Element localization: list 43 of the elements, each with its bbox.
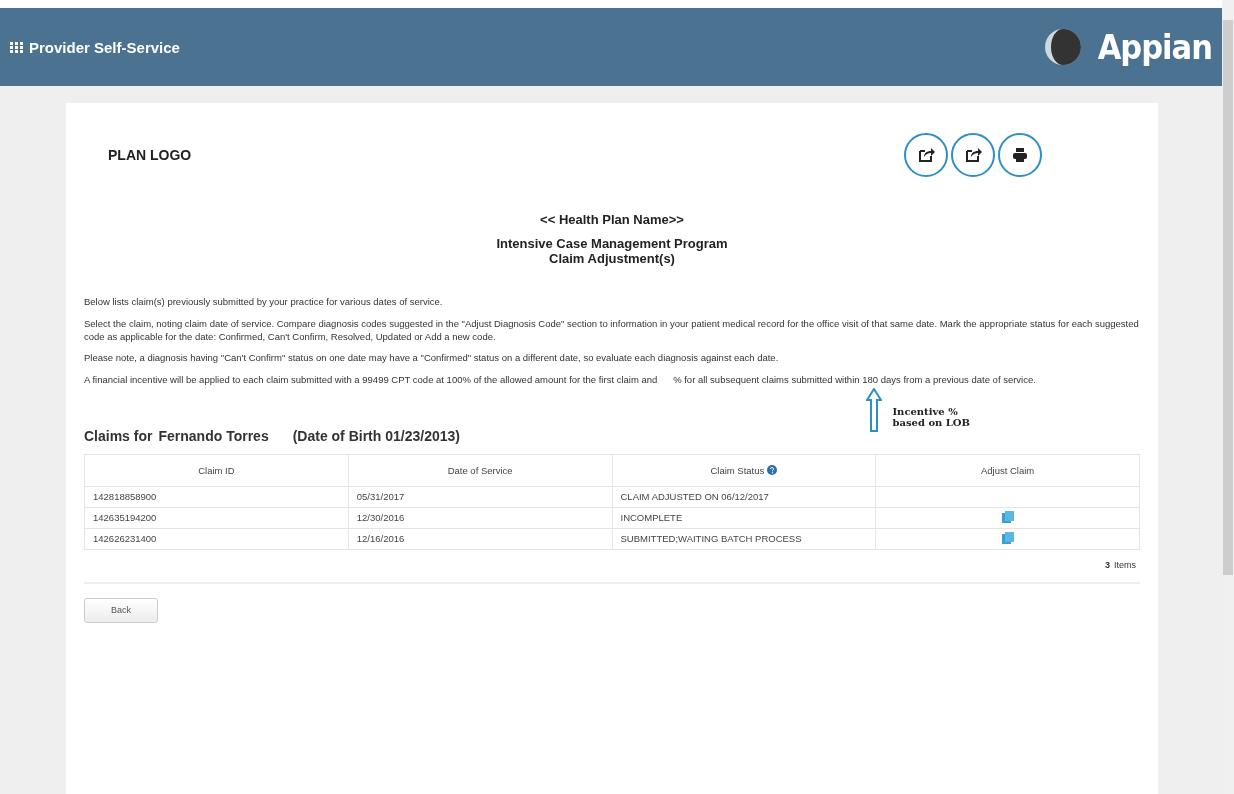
claims-label: Claims for bbox=[84, 427, 153, 444]
annotation-note: Incentive % based on LOB bbox=[892, 404, 970, 430]
printer-icon bbox=[1012, 147, 1028, 163]
table-cell: INCOMPLETE bbox=[612, 507, 876, 529]
print-button[interactable] bbox=[998, 133, 1042, 177]
column-header: Claim Status bbox=[612, 454, 876, 487]
share-icon bbox=[917, 146, 935, 164]
table-cell: 12/16/2016 bbox=[348, 528, 612, 550]
health-plan-name: << Health Plan Name>> bbox=[539, 213, 685, 228]
export-button[interactable] bbox=[904, 133, 948, 177]
share-icon bbox=[964, 146, 982, 164]
column-header: Date of Service bbox=[348, 454, 612, 487]
app-title[interactable]: Provider Self-Service bbox=[10, 38, 180, 56]
back-button[interactable]: Back bbox=[84, 597, 158, 623]
page-title: Claim Adjustment(s) bbox=[548, 251, 675, 266]
table-cell: 05/31/2017 bbox=[348, 486, 612, 508]
program-title: Intensive Case Management Program bbox=[495, 237, 729, 252]
grid-menu-icon[interactable] bbox=[10, 41, 23, 53]
column-header: Claim ID bbox=[84, 454, 349, 487]
instruction-paragraph: Below lists claim(s) previously submitted by your practice for various dates of service. bbox=[84, 295, 444, 309]
plan-logo: PLAN LOGO bbox=[108, 147, 192, 163]
table-cell: 142818858900 bbox=[84, 486, 349, 508]
up-arrow-icon bbox=[866, 387, 883, 432]
document-icon[interactable] bbox=[1001, 531, 1014, 544]
patient-name: Fernando Torres bbox=[158, 427, 269, 444]
table-cell: CLAIM ADJUSTED ON 06/12/2017 bbox=[612, 486, 876, 508]
instruction-paragraph: A financial incentive will be applied to each claim submitted with a 99499 CPT code at 100% of the allowed amount for the first claim and % for all subsequent claims submitted within 180 days from a previous date of service. bbox=[84, 374, 1037, 387]
document-icon[interactable] bbox=[1001, 510, 1014, 523]
table-cell: 142626231400 bbox=[84, 528, 349, 550]
item-count-label: Items bbox=[1114, 559, 1136, 570]
item-count: 3 bbox=[1104, 559, 1110, 570]
table-cell: 12/30/2016 bbox=[348, 507, 612, 529]
table-cell: SUBMITTED;WAITING BATCH PROCESS bbox=[612, 528, 876, 550]
date-of-birth: (Date of Birth 01/23/2013) bbox=[292, 427, 460, 444]
instruction-paragraph: Please note, a diagnosis having "Can't Confirm" status on one date may have a "Confirmed" status on a different date, so evaluate each diagnosis against each date. bbox=[84, 352, 780, 366]
export-button[interactable] bbox=[951, 133, 995, 177]
scrollbar[interactable] bbox=[1222, 0, 1234, 794]
logo-icon bbox=[1043, 28, 1082, 66]
help-icon[interactable] bbox=[767, 464, 778, 475]
column-header: Adjust Claim bbox=[875, 454, 1140, 487]
brand-name: Appian bbox=[1097, 27, 1212, 67]
instruction-paragraph: Select the claim, noting claim date of service. Compare diagnosis codes suggested in the "Adjust Diagnosis Code" section to information in your patient medical record for the office visit of that same date. Mark the appropriate status for each suggested code as applicable for the date: Confirmed, Can't Confirm, Resolved, Updated or Add a new code. bbox=[84, 317, 1140, 344]
table-cell: 142635194200 bbox=[84, 507, 349, 529]
